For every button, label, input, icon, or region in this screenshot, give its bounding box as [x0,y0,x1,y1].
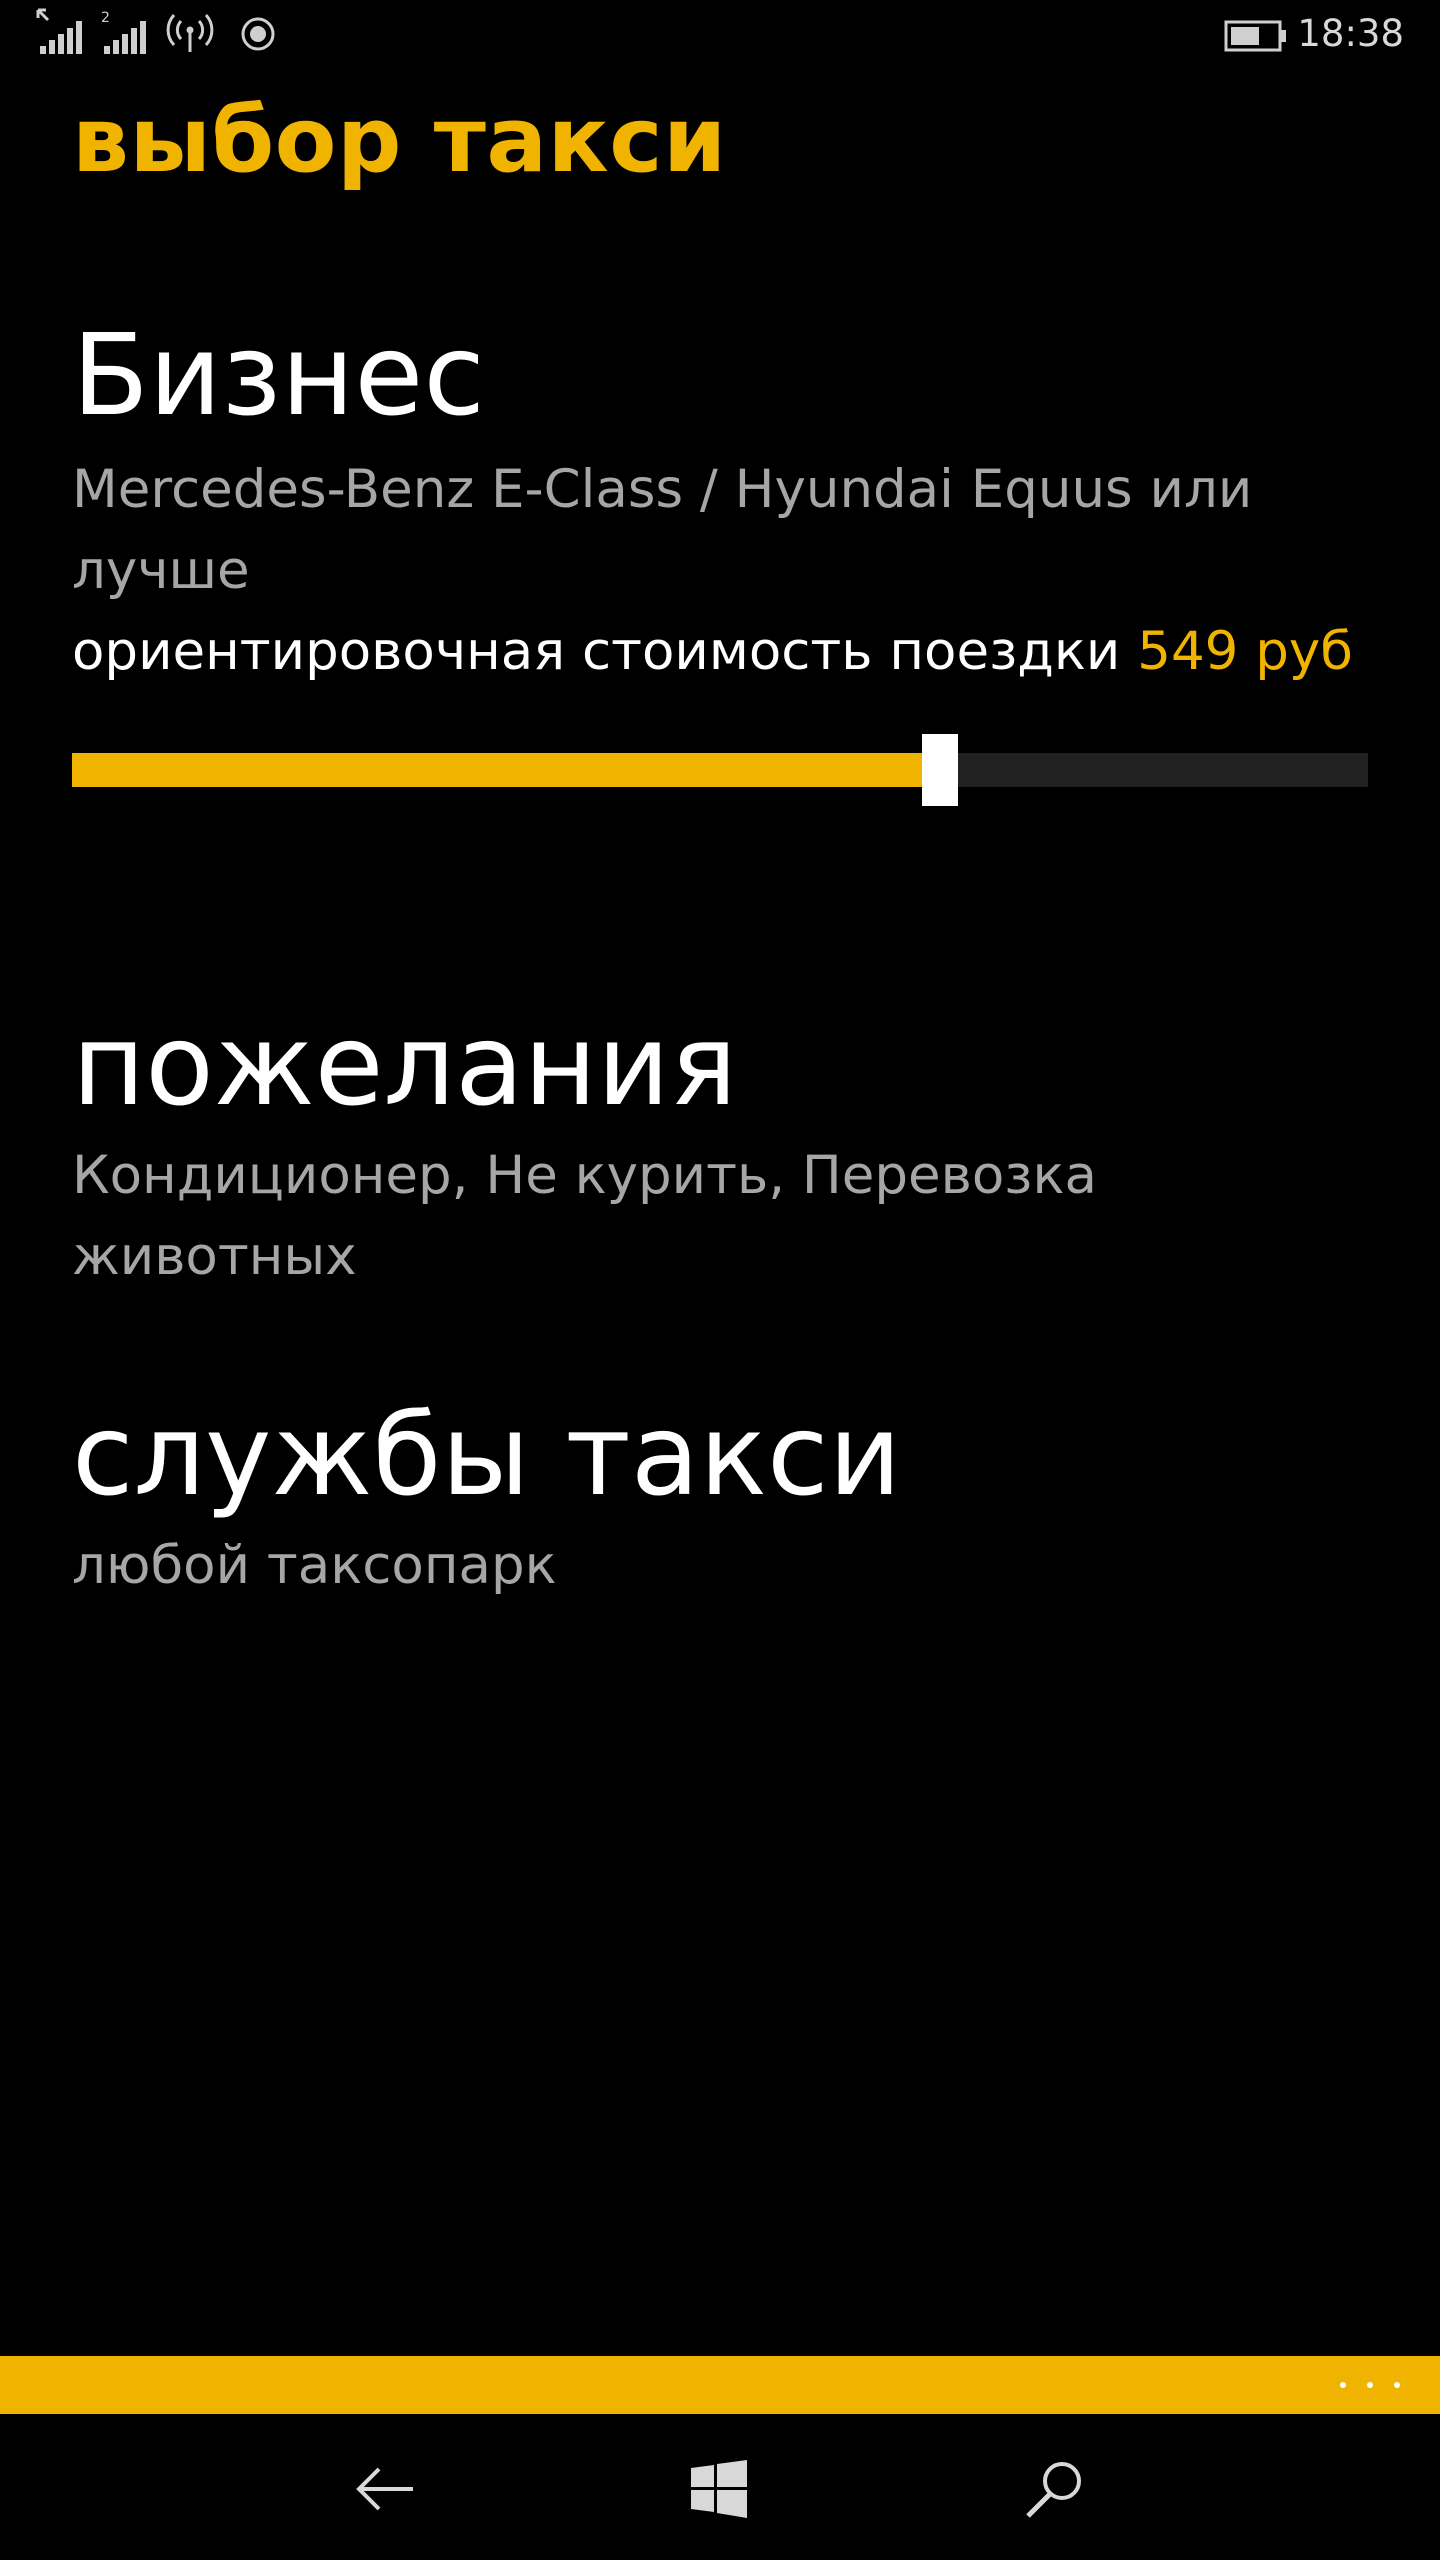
ellipsis-icon[interactable] [1340,2360,1400,2410]
slider-fill [72,753,940,787]
search-icon [1026,2462,1081,2518]
back-button[interactable] [340,2444,430,2534]
tariff-slider[interactable] [72,734,1368,806]
cost-line: ориентировочная стоимость поездки 549 ру… [72,611,1353,692]
windows-start-icon [691,2460,747,2518]
slider-thumb[interactable] [922,734,958,806]
status-time: 18:38 [1297,12,1404,55]
battery-icon [1224,20,1286,52]
ellipsis-dot [1394,2382,1400,2388]
navigation-bar [0,2414,1440,2560]
wishes-values: Кондиционер, Не курить, Перевозка животн… [72,1145,1097,1287]
ellipsis-dot [1340,2382,1346,2388]
services-value: любой таксопарк [72,1535,557,1596]
recording-icon [241,17,275,51]
status-bar: 2 18:38 [0,0,1440,70]
start-button[interactable] [674,2444,764,2534]
cost-label: ориентировочная стоимость поездки [72,621,1121,682]
ellipsis-dot [1367,2382,1373,2388]
wifi-icon [166,14,214,52]
wishes-heading[interactable]: пожелания [72,1010,737,1122]
back-arrow-icon [356,2467,413,2511]
sim2-label: 2 [101,10,110,26]
signal-sim1-icon [36,8,82,54]
search-button[interactable] [1010,2444,1100,2534]
app-bar [0,2356,1440,2414]
cost-value: 549 руб [1137,621,1353,682]
page-title: выбор такси [72,88,727,193]
signal-sim2-icon: 2 [101,10,146,54]
tariff-cars: Mercedes-Benz E-Class / Hyundai Equus ил… [72,459,1253,601]
services-heading[interactable]: службы такси [72,1400,901,1512]
tariff-name[interactable]: Бизнес [72,320,485,432]
